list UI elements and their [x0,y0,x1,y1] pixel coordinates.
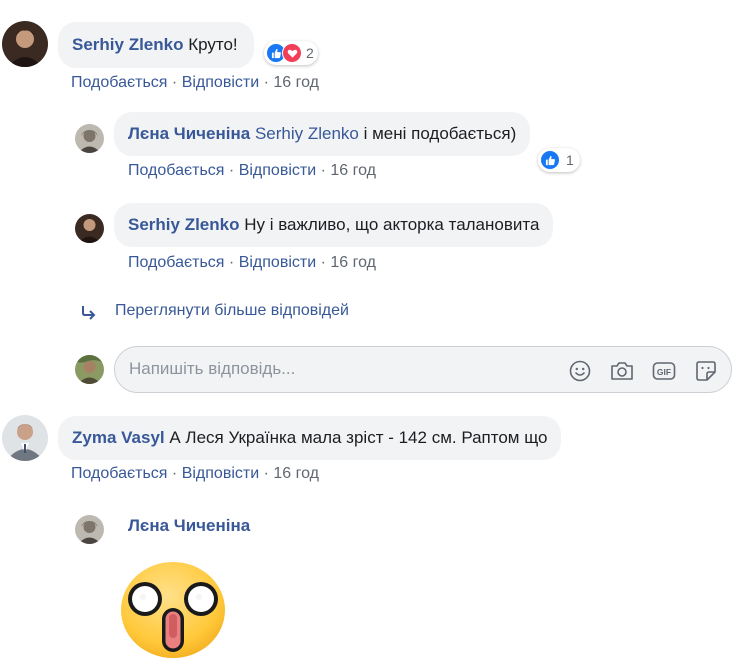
avatar[interactable] [75,124,104,153]
reply-author[interactable]: Лєна Чиченіна [128,516,250,536]
reaction-summary[interactable]: 2 [264,41,318,65]
comment-bubble: Zyma Vasyl А Леся Українка мала зріст - … [58,416,562,460]
like-link[interactable]: Подобається [71,74,167,91]
reply-link[interactable]: Відповісти [182,465,259,482]
camera-icon[interactable] [609,358,635,384]
timestamp[interactable]: 16 год [273,74,319,91]
reply-author[interactable]: Serhiy Zlenko [128,215,239,234]
comment-actions: Подобається · Відповісти · 16 год [71,465,319,483]
reaction-count: 2 [306,45,314,61]
separator: · [228,254,235,271]
mention-link[interactable]: Serhiy Zlenko [255,124,359,143]
emoji-icon[interactable] [567,358,593,384]
reply-text: і мені подобається) [363,124,517,143]
timestamp[interactable]: 16 год [330,162,376,179]
reply-actions: Подобається · Відповісти · 16 год [128,162,376,180]
reply-link[interactable]: Відповісти [239,254,316,271]
like-link[interactable]: Подобається [128,254,224,271]
comment-text: Круто! [188,35,238,54]
timestamp[interactable]: 16 год [273,465,319,482]
reply-link[interactable]: Відповісти [239,162,316,179]
reply-input[interactable] [129,359,549,379]
svg-text:GIF: GIF [657,367,671,377]
comment-author[interactable]: Serhiy Zlenko [72,35,183,54]
reaction-count: 1 [566,152,574,168]
shocked-face-sticker[interactable] [118,556,228,660]
timestamp[interactable]: 16 год [330,254,376,271]
reply-author[interactable]: Лєна Чиченіна [128,124,250,143]
reply-bubble: Лєна Чиченіна Serhiy Zlenko і мені подоб… [114,112,531,156]
reply-link[interactable]: Відповісти [182,74,259,91]
reply-composer: GIF [114,346,732,393]
gif-icon[interactable]: GIF [651,358,677,384]
separator: · [171,74,178,91]
separator: · [171,465,178,482]
comment-text: А Леся Українка мала зріст - 142 см. Рап… [169,428,548,447]
avatar[interactable] [75,214,104,243]
avatar[interactable] [2,415,48,461]
like-link[interactable]: Подобається [128,162,224,179]
reply-actions: Подобається · Відповісти · 16 год [128,254,376,272]
avatar[interactable] [2,21,48,67]
comment-actions: Подобається · Відповісти · 16 год [71,74,319,92]
like-link[interactable]: Подобається [71,465,167,482]
reply-arrow-icon [80,305,98,321]
avatar[interactable] [75,515,104,544]
separator: · [320,162,326,179]
separator: · [263,465,269,482]
view-more-replies-link[interactable]: Переглянути більше відповідей [115,302,349,320]
separator: · [263,74,269,91]
separator: · [320,254,326,271]
reaction-summary[interactable]: 1 [538,148,580,172]
love-icon [282,43,302,63]
separator: · [228,162,235,179]
current-user-avatar [75,355,104,384]
reply-bubble: Serhiy Zlenko Ну і важливо, що акторка т… [114,203,554,247]
comment-bubble: Serhiy Zlenko Круто! [58,22,254,68]
reply-text: Ну і важливо, що акторка талановита [244,215,540,234]
sticker-icon[interactable] [693,358,719,384]
like-icon [540,150,560,170]
comment-author[interactable]: Zyma Vasyl [72,428,165,447]
